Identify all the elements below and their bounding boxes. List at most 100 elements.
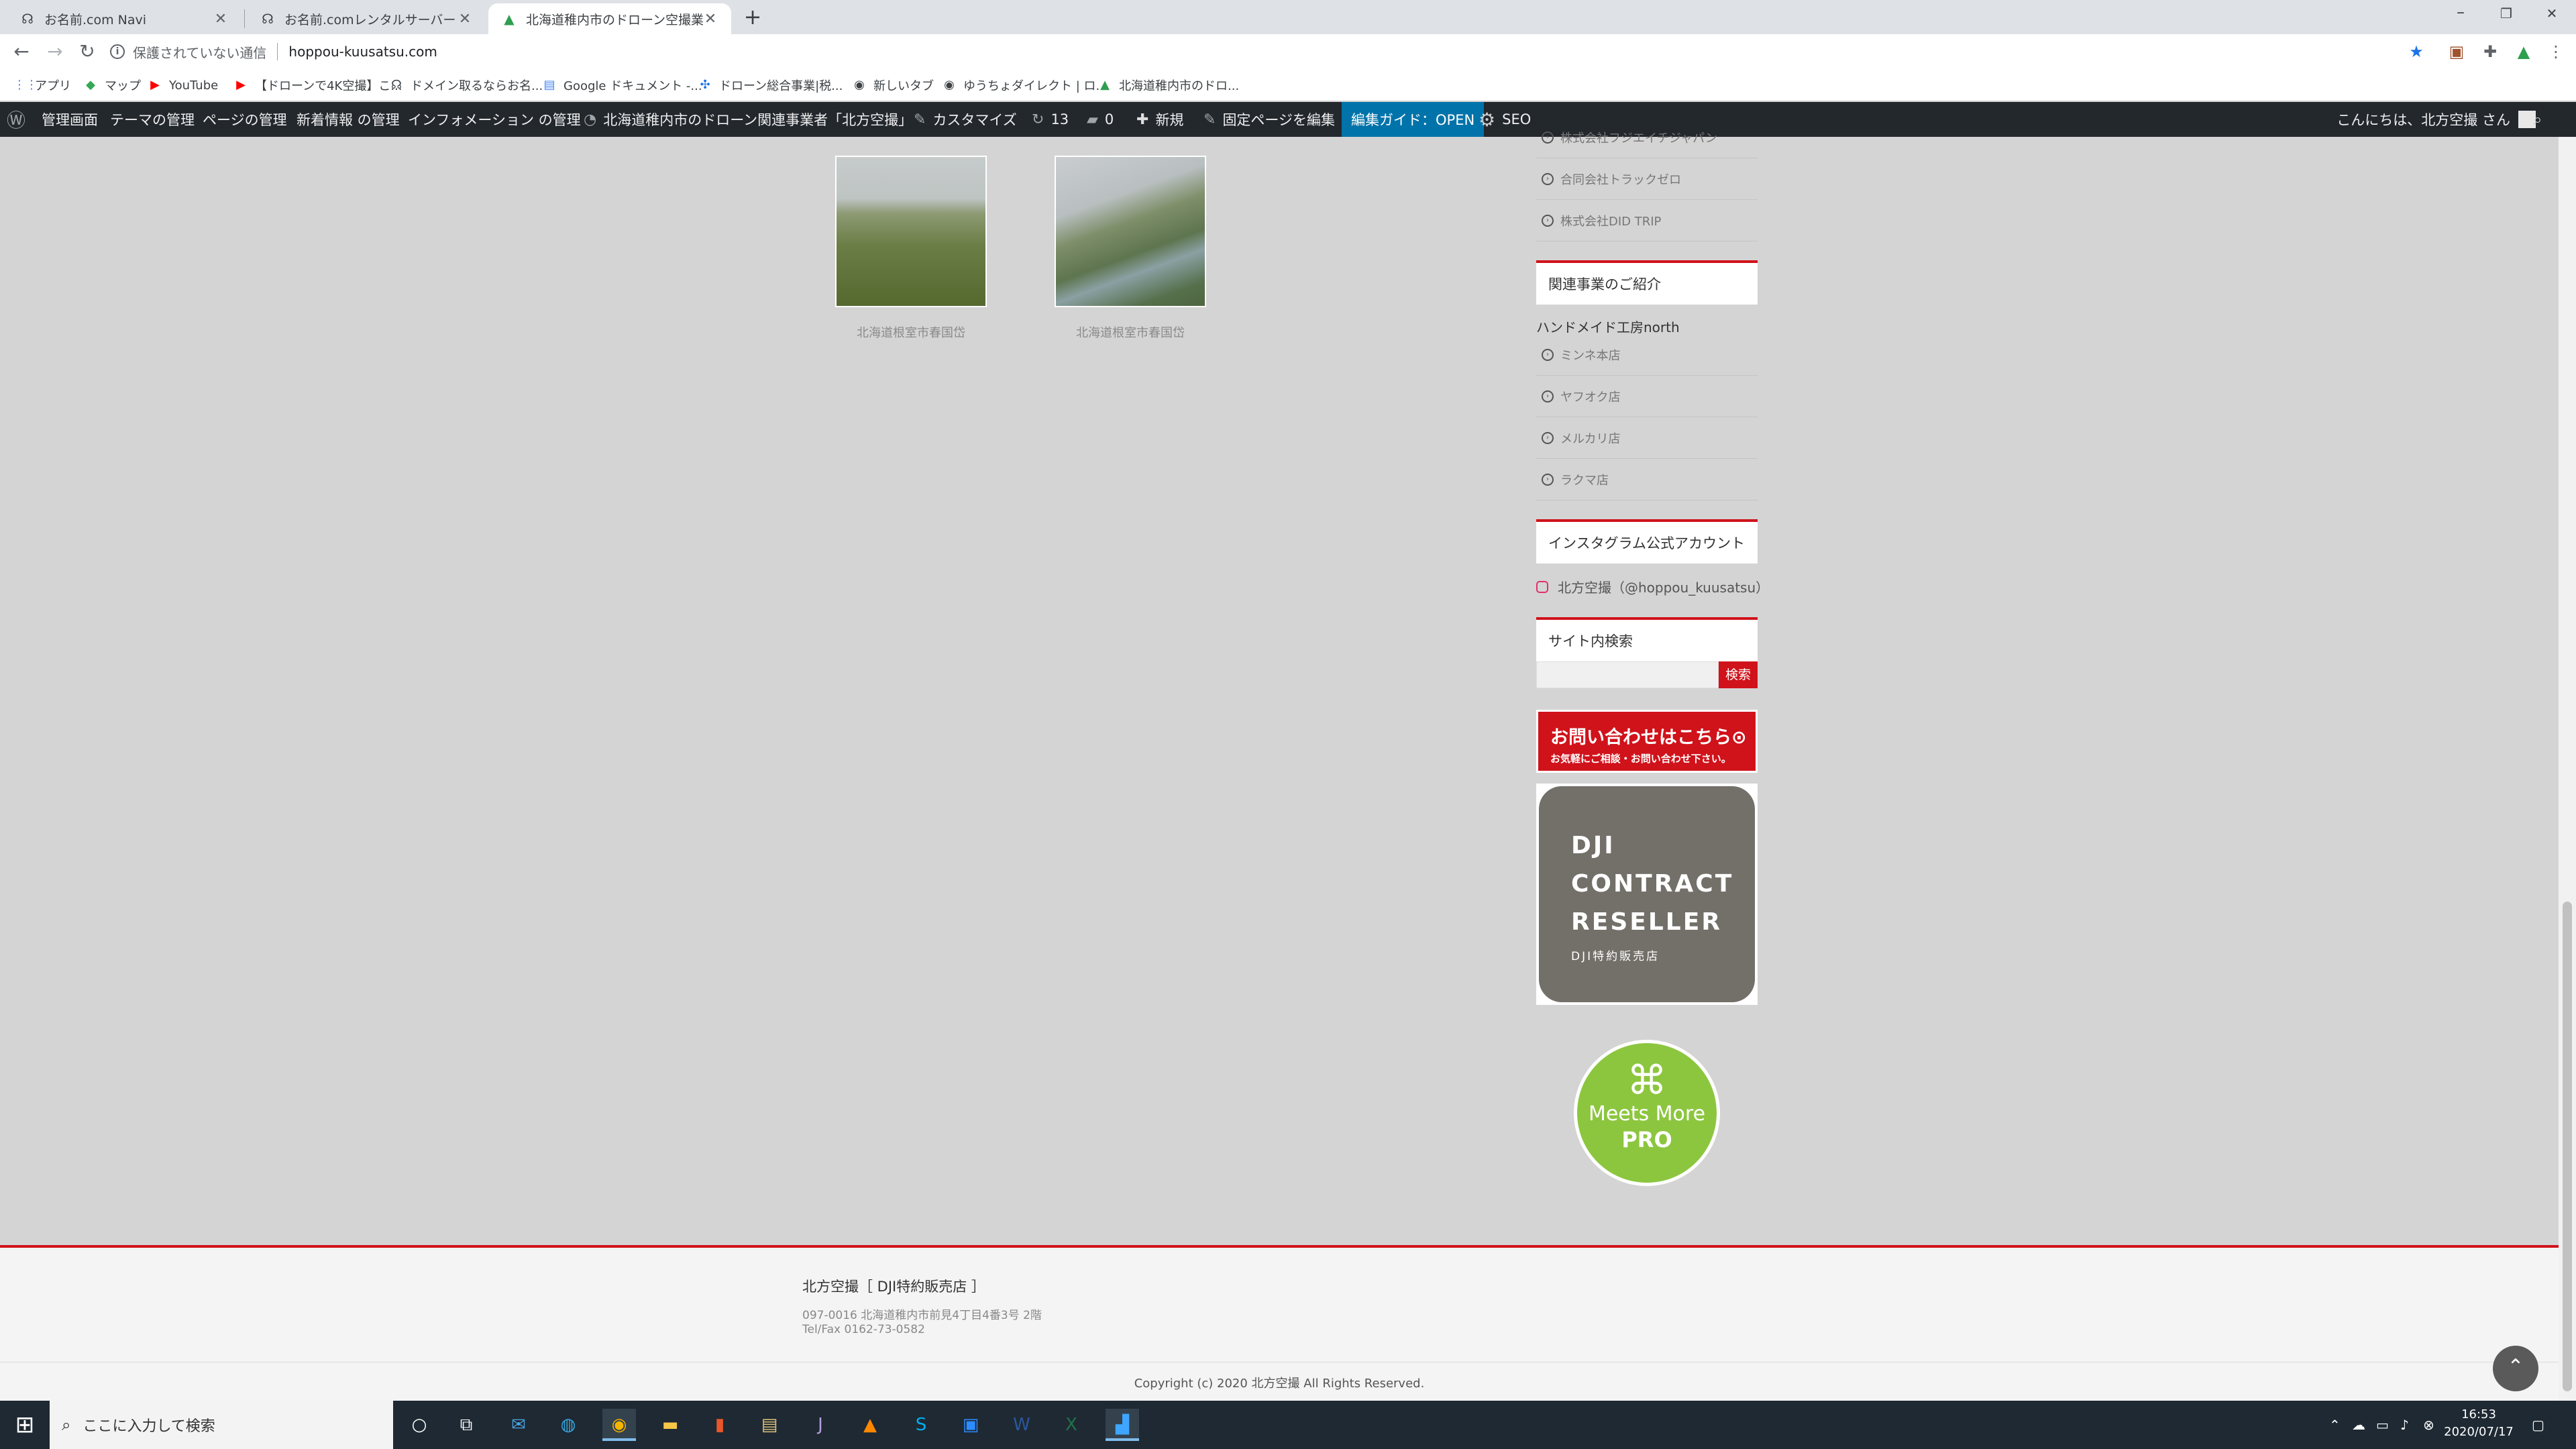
site-search-input[interactable] [1536,661,1719,688]
ime-icon[interactable]: ⊗ [2423,1401,2434,1449]
skype-icon[interactable]: S [904,1409,938,1441]
extension-acrobat-icon[interactable]: ▣ [2447,42,2466,61]
arrow-circle-icon: › [1542,473,1554,486]
gallery-photo-1[interactable] [835,156,987,307]
sidebar-link-yahuoku[interactable]: › ヤフオク店 [1536,376,1758,417]
admin-seo-link[interactable]: ⚙ SEO [1479,102,1531,137]
sidebar-link-rakuma[interactable]: › ラクマ店 [1536,459,1758,500]
notification-icon[interactable]: ▢ [2532,1401,2544,1449]
scrollbar-thumb[interactable] [2563,902,2572,1391]
back-to-top-button[interactable]: ⌃ [2493,1346,2538,1391]
admin-pages-link[interactable]: ページの管理 [203,102,287,137]
youtube-icon: ▶ [236,78,246,92]
menu-kebab-icon[interactable]: ⋮ [2546,42,2565,61]
tab-close-icon[interactable]: ✕ [703,11,718,28]
vlc-icon[interactable]: ▲ [853,1409,887,1441]
admin-dashboard-link[interactable]: 管理画面 [42,102,98,137]
windows-start-icon[interactable]: ⊞ [0,1401,50,1449]
admin-updates-link[interactable]: ↻ 13 [1032,102,1069,137]
wordpress-logo-icon[interactable]: Ⓦ [7,102,32,137]
footer-copyright: Copyright (c) 2020 北方空撮 All Rights Reser… [1134,1377,1425,1391]
admin-comments-link[interactable]: ▰ 0 [1087,102,1114,137]
address-bar[interactable]: i 保護されていない通信 hoppou-kuusatsu.com [110,38,2404,65]
jw-cad-icon[interactable]: J [804,1409,837,1441]
bookmark-domain[interactable]: ☊ ドメイン取るならお名... [389,75,543,95]
folder-icon[interactable]: ▤ [753,1409,786,1441]
updates-icon: ↻ [1032,111,1044,128]
excel-icon[interactable]: X [1055,1409,1088,1441]
sidebar-link-mercari[interactable]: › メルカリ店 [1536,417,1758,459]
admin-edit-guide-toggle[interactable]: 編集ガイド：OPEN [1342,102,1485,137]
chrome-icon[interactable]: ◉ [602,1409,636,1441]
page-scrollbar[interactable] [2559,137,2576,1401]
bookmark-google-docs[interactable]: ▤ Google ドキュメント -... [542,75,702,95]
admin-new-link[interactable]: ✚ 新規 [1136,102,1183,137]
bookmark-apps[interactable]: ⋮⋮ アプリ [13,75,71,95]
sidebar-link-trackzero[interactable]: › 合同会社トラックゼロ [1536,158,1758,200]
admin-greeting[interactable]: こんにちは、北方空撮 さん [2337,102,2536,137]
volume-icon[interactable]: ♪ [2400,1401,2409,1449]
office-icon[interactable]: ▮ [703,1409,737,1441]
restore-button[interactable]: ❐ [2486,5,2526,21]
network-icon[interactable]: ▭ [2376,1401,2389,1449]
bookmark-hoppou[interactable]: ▲ 北海道稚内市のドロ... [1097,75,1239,95]
dji-reseller-banner[interactable]: DJI CONTRACT RESELLER DJI特約販売店 [1536,784,1758,1005]
back-button[interactable]: ← [9,40,34,64]
admin-theme-link[interactable]: テーマの管理 [110,102,195,137]
cortana-icon[interactable]: ○ [402,1409,436,1441]
meets-more-badge[interactable]: ⌘ Meets More PRO [1574,1040,1720,1186]
info-icon[interactable]: i [110,44,125,59]
contact-banner[interactable]: お問い合わせはこちら⊙ お気軽にご相談・お問い合わせ下さい。 [1536,710,1758,773]
profile-avatar-icon[interactable]: ▲ [2514,42,2533,61]
apps-grid-icon: ⋮⋮ [13,78,38,92]
reload-button[interactable]: ↻ [75,40,99,64]
site-search-button[interactable]: 検索 [1719,661,1758,688]
taskbar-search[interactable]: ⌕ ここに入力して検索 [50,1401,393,1449]
file-explorer-icon[interactable]: ▬ [653,1409,687,1441]
photos-icon[interactable]: ▟ [1106,1409,1139,1441]
tab-hoppou-kuusatsu[interactable]: ▲ 北海道稚内市のドローン空撮業者「 ✕ [488,3,731,34]
bookmark-star-icon[interactable]: ★ [2407,42,2426,61]
maps-pin-icon: ◆ [86,78,95,92]
instagram-link[interactable]: 北方空撮（@hoppou_kuusatsu） [1536,577,1769,596]
bookmark-yucho[interactable]: ◉ ゆうちょダイレクト | ロ... [942,75,1108,95]
clock-date: 2020/07/17 [2444,1425,2514,1439]
new-tab-button[interactable]: + [741,5,765,30]
tray-chevron-icon[interactable]: ⌃ [2329,1401,2341,1449]
tab-onamae-navi[interactable]: ☊ お名前.com Navi ✕ [7,3,241,34]
minimize-button[interactable]: – [2440,3,2481,21]
url-text[interactable]: hoppou-kuusatsu.com [288,44,437,60]
gallery-caption-2: 北海道根室市春国岱 [1076,326,1185,340]
tab-onamae-rental-server[interactable]: ☊ お名前.comレンタルサーバー コントロ ✕ [247,3,486,34]
forward-button[interactable]: → [43,40,67,64]
tab-close-icon[interactable]: ✕ [213,11,228,28]
onedrive-icon[interactable]: ☁ [2352,1401,2365,1449]
mail-icon[interactable]: ✉ [502,1409,535,1441]
bookmark-drone-4k[interactable]: ▶ 【ドローンで4K空撮】こ... [233,75,402,95]
tab-close-icon[interactable]: ✕ [458,11,472,28]
edge-icon[interactable]: ◍ [551,1409,585,1441]
admin-customize-link[interactable]: ✎ カスタマイズ [914,102,1017,137]
bookmark-youtube[interactable]: ▶ YouTube [148,75,218,95]
admin-news-link[interactable]: 新着情報 の管理 [297,102,400,137]
security-status: 保護されていない通信 [133,44,267,61]
admin-site-link[interactable]: ◔ 北海道稚内市のドローン関連事業者「北方空撮」 [584,102,912,137]
admin-information-link[interactable]: インフォメーション の管理 [408,102,581,137]
admin-search-icon[interactable]: ⌕ [2533,102,2548,137]
task-view-icon[interactable]: ⧉ [449,1409,483,1441]
sidebar-link-minne[interactable]: › ミンネ本店 [1536,334,1758,376]
window-close-button[interactable]: ✕ [2532,5,2572,21]
gallery-photo-2[interactable] [1055,156,1206,307]
sidebar-link-fuji[interactable]: › 株式会社フジエイチジャパン [1536,117,1758,158]
bookmark-maps[interactable]: ◆ マップ [83,75,141,95]
extensions-puzzle-icon[interactable]: ✚ [2481,42,2500,61]
word-icon[interactable]: W [1005,1409,1038,1441]
zoom-icon[interactable]: ▣ [954,1409,987,1441]
plus-icon: ✚ [1136,111,1149,128]
instagram-widget-title: インスタグラム公式アカウント [1536,519,1758,564]
bookmark-drone-business[interactable]: ✣ ドローン総合事業|税... [698,75,843,95]
taskbar-clock[interactable]: 16:53 2020/07/17 [2442,1406,2516,1441]
admin-edit-page-link[interactable]: ✎ 固定ページを編集 [1203,102,1335,137]
bookmark-new-tab[interactable]: ◉ 新しいタブ [852,75,934,95]
sidebar-link-didtrip[interactable]: › 株式会社DID TRIP [1536,200,1758,241]
